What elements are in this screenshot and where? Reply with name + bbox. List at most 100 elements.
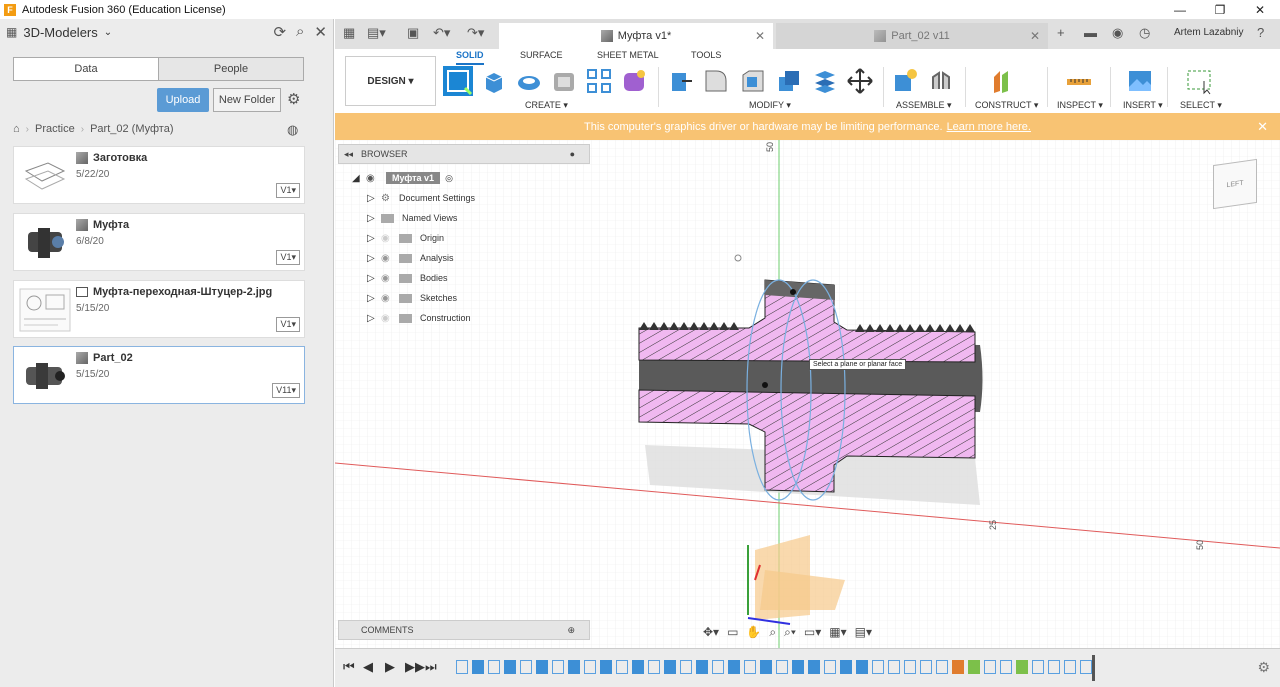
timeline-sketch-icon[interactable] (648, 660, 660, 674)
comments-panel[interactable]: COMMENTS ⊕ (338, 620, 590, 640)
revolve-icon[interactable] (515, 67, 543, 95)
display-settings-icon[interactable]: ▭▾ (804, 625, 821, 639)
browser-item-origin[interactable]: ▷ ◉ Origin (367, 228, 444, 248)
timeline-sketch-icon[interactable] (680, 660, 692, 674)
close-window-button[interactable]: ✕ (1240, 0, 1280, 19)
new-component-icon[interactable] (891, 67, 919, 95)
app-grid-icon[interactable]: ▦ (343, 25, 355, 41)
restore-button[interactable]: ❐ (1200, 0, 1240, 19)
collapse-icon[interactable]: ◂◂ (344, 149, 353, 160)
project-header[interactable]: ▦ 3D-Modelers ⌄ ⟳ ⌕ ✕ (0, 19, 333, 45)
tab-part02[interactable]: Part_02 v11 ✕ (776, 23, 1048, 49)
gear-icon[interactable]: ⚙ (287, 90, 300, 108)
fillet-icon[interactable] (702, 67, 730, 95)
timeline-sketch-icon[interactable] (776, 660, 788, 674)
step-back-icon[interactable]: ◀ (363, 659, 373, 675)
chat-icon[interactable]: ▬ (1084, 25, 1097, 40)
timeline-extrude-icon[interactable] (472, 660, 484, 674)
timeline-sketch-icon[interactable] (1000, 660, 1012, 674)
activate-radio-icon[interactable]: ◎ (445, 173, 453, 184)
file-card[interactable]: Муфта-переходная-Штуцер-2.jpg 5/15/20 V1… (13, 280, 305, 338)
window-select-icon[interactable] (1186, 67, 1214, 95)
create-menu[interactable]: CREATE ▾ (525, 100, 568, 111)
tab-mufta[interactable]: Муфта v1* ✕ (499, 23, 773, 49)
file-menu-icon[interactable]: ▤▾ (367, 25, 386, 41)
look-at-icon[interactable]: ▭ (727, 625, 738, 639)
timeline-revolve-icon[interactable] (856, 660, 868, 674)
timeline-revolve-icon[interactable] (808, 660, 820, 674)
timeline-sketch-icon[interactable] (456, 660, 468, 674)
project-name[interactable]: 3D-Modelers (23, 25, 97, 40)
chevron-right-icon[interactable]: ▷ (367, 213, 381, 224)
inspect-menu[interactable]: INSPECT ▾ (1057, 100, 1103, 111)
tab-people[interactable]: People (158, 58, 303, 80)
timeline-sketch-icon[interactable] (888, 660, 900, 674)
timeline-revolve-icon[interactable] (792, 660, 804, 674)
design-canvas[interactable]: 50 25 50 Select a plane or planar face L… (335, 140, 1280, 648)
expand-triangle-icon[interactable]: ◢ (352, 173, 366, 184)
timeline-extrude-icon[interactable] (696, 660, 708, 674)
browser-item-document-settings[interactable]: ▷ ⚙ Document Settings (367, 188, 475, 208)
modify-menu[interactable]: MODIFY ▾ (749, 100, 791, 111)
help-icon[interactable]: ? (1257, 25, 1264, 40)
timeline-sketch-icon[interactable] (520, 660, 532, 674)
press-pull-icon[interactable] (666, 67, 694, 95)
timeline-extrude-icon[interactable] (568, 660, 580, 674)
timeline-form-icon[interactable] (952, 660, 964, 674)
orbit-icon[interactable]: ✥▾ (703, 625, 719, 639)
timeline-sketch-icon[interactable] (616, 660, 628, 674)
tab-surface[interactable]: SURFACE (520, 50, 563, 60)
timeline-extrude-icon[interactable] (728, 660, 740, 674)
version-badge[interactable]: V11▾ (272, 383, 300, 398)
file-card[interactable]: Заготовка 5/22/20 V1▾ (13, 146, 305, 204)
pin-icon[interactable]: ● (570, 149, 575, 159)
chamfer-icon[interactable] (739, 67, 767, 95)
timeline-marker[interactable] (1092, 655, 1095, 681)
insert-image-icon[interactable] (1126, 67, 1154, 95)
browser-item-analysis[interactable]: ▷ ◉ Analysis (367, 248, 454, 268)
new-tab-icon[interactable]: + (1057, 25, 1065, 40)
eye-hidden-icon[interactable]: ◉ (381, 233, 399, 244)
create-sketch-icon[interactable] (443, 66, 473, 96)
breadcrumb-practice[interactable]: Practice (35, 123, 75, 135)
eye-icon[interactable]: ◉ (381, 273, 399, 284)
timeline-sketch-icon[interactable] (904, 660, 916, 674)
viewports-icon[interactable]: ▤▾ (855, 625, 872, 639)
construct-menu[interactable]: CONSTRUCT ▾ (975, 100, 1038, 111)
tab-tools[interactable]: TOOLS (691, 50, 721, 60)
zoom-icon[interactable]: ⌕ (769, 625, 776, 640)
timeline-plane-icon[interactable] (968, 660, 980, 674)
eye-hidden-icon[interactable]: ◉ (381, 313, 399, 324)
play-icon[interactable]: ▶ (385, 659, 395, 675)
fit-icon[interactable]: ⌕▾ (784, 625, 796, 640)
chevron-down-icon[interactable]: ⌄ (104, 27, 112, 38)
go-to-start-icon[interactable]: ⏮ (343, 659, 355, 675)
offset-plane-icon[interactable] (990, 67, 1018, 95)
timeline-extrude-icon[interactable] (760, 660, 772, 674)
close-icon[interactable]: ✕ (314, 23, 327, 41)
workspace-switcher[interactable]: DESIGN ▾ (345, 56, 436, 106)
offset-face-icon[interactable] (811, 67, 839, 95)
extrude-icon[interactable] (480, 67, 508, 95)
assemble-menu[interactable]: ASSEMBLE ▾ (896, 100, 952, 111)
save-icon[interactable]: ▣ (407, 25, 419, 41)
globe-icon[interactable]: ◍ (287, 122, 298, 138)
timeline-extrude-icon[interactable] (664, 660, 676, 674)
measure-icon[interactable] (1065, 67, 1093, 95)
home-icon[interactable]: ⌂ (13, 123, 20, 135)
version-badge[interactable]: V1▾ (276, 317, 300, 332)
browser-item-sketches[interactable]: ▷ ◉ Sketches (367, 288, 457, 308)
version-badge[interactable]: V1▾ (276, 250, 300, 265)
timeline-sketch-icon[interactable] (584, 660, 596, 674)
chevron-right-icon[interactable]: ▷ (367, 193, 381, 204)
pan-icon[interactable]: ✋ (746, 625, 761, 639)
timeline-sketch-icon[interactable] (920, 660, 932, 674)
create-form-icon[interactable] (620, 67, 648, 95)
step-forward-icon[interactable]: ▶▶ (405, 659, 425, 675)
new-folder-button[interactable]: New Folder (213, 88, 281, 112)
clock-icon[interactable]: ◷ (1139, 25, 1150, 41)
timeline-sketch-icon[interactable] (1080, 660, 1092, 674)
file-card[interactable]: Муфта 6/8/20 V1▾ (13, 213, 305, 271)
select-menu[interactable]: SELECT ▾ (1180, 100, 1222, 111)
timeline-offset-icon[interactable] (840, 660, 852, 674)
